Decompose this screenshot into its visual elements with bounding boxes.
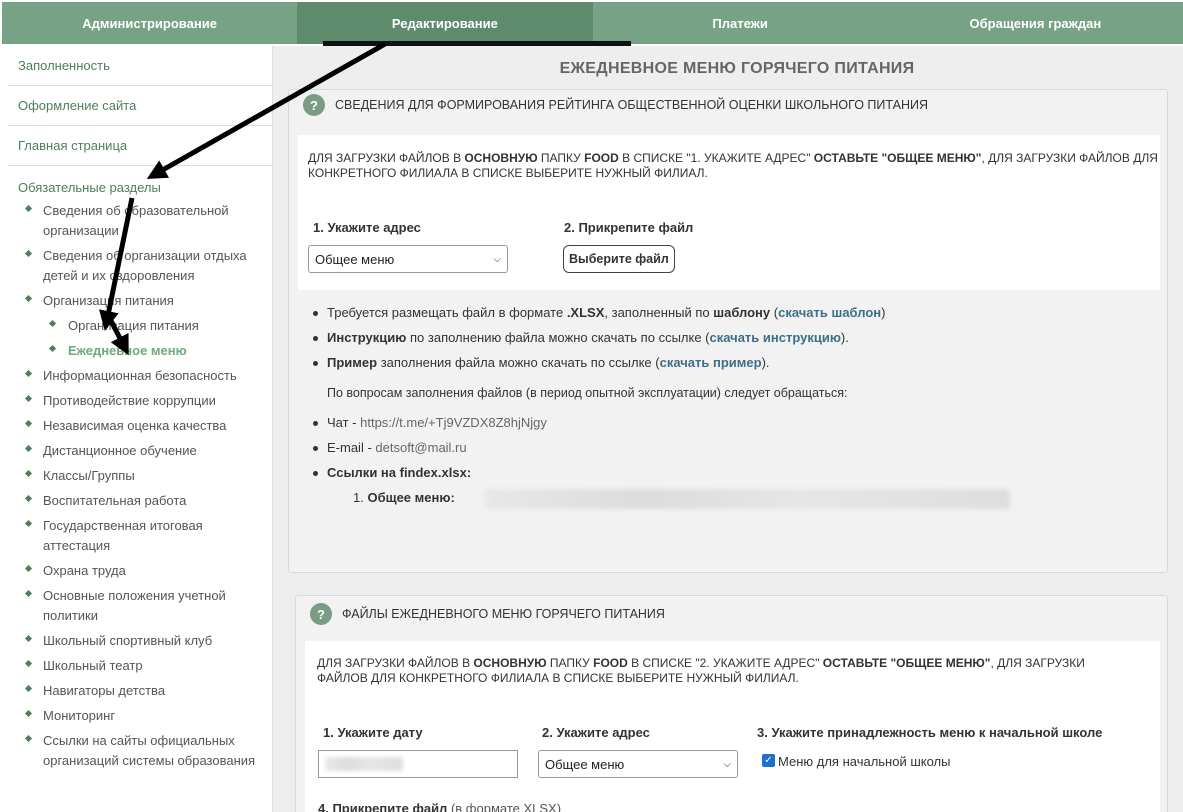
- sidebar: Заполненность Оформление сайта Главная с…: [8, 46, 273, 812]
- tab-citizen-requests[interactable]: Обращения граждан: [888, 2, 1183, 44]
- sidebar-item[interactable]: Независимая оценка качества: [8, 416, 272, 436]
- sidebar-item[interactable]: Основные положения учетной политики: [8, 586, 272, 626]
- help-icon[interactable]: ?: [303, 94, 325, 116]
- top-navigation: Администрирование Редактирование Платежи…: [2, 2, 1183, 44]
- upload-form-box: ДЛЯ ЗАГРУЗКИ ФАЙЛОВ В ОСНОВНУЮ ПАПКУ FOO…: [305, 641, 1160, 812]
- diamond-bullet-icon: [24, 444, 33, 453]
- sidebar-item[interactable]: Ссылки на сайты официальных организаций …: [8, 731, 272, 771]
- sidebar-list: Сведения об образовательной организации …: [8, 201, 272, 771]
- download-example-link[interactable]: скачать пример: [660, 355, 762, 370]
- upload-note: ДЛЯ ЗАГРУЗКИ ФАЙЛОВ В ОСНОВНУЮ ПАПКУ FOO…: [317, 656, 1085, 685]
- list-item: Инструкцию по заполнению файла можно ска…: [313, 329, 1133, 354]
- main-content: ЕЖЕДНЕВНОЕ МЕНЮ ГОРЯЧЕГО ПИТАНИЯ ? СВЕДЕ…: [273, 46, 1183, 812]
- diamond-bullet-icon: [24, 204, 33, 213]
- sidebar-item[interactable]: Школьный спортивный клуб: [8, 631, 272, 651]
- diamond-bullet-icon: [24, 494, 33, 503]
- diamond-bullet-icon: [24, 734, 33, 743]
- bullet-icon: [313, 311, 318, 316]
- tab-payments[interactable]: Платежи: [593, 2, 888, 44]
- school-label: 3. Укажите принадлежность меню к начальн…: [757, 725, 1103, 740]
- download-instruction-link[interactable]: скачать инструкцию: [710, 330, 841, 345]
- sidebar-item[interactable]: Школьный театр: [8, 656, 272, 676]
- chat-link[interactable]: https://t.me/+Tj9VZDX8Z8hjNjgy: [360, 415, 547, 430]
- help-icon[interactable]: ?: [310, 603, 332, 625]
- sidebar-link-site-design[interactable]: Оформление сайта: [8, 86, 272, 126]
- address-label: 2. Укажите адрес: [542, 725, 650, 740]
- primary-school-checkbox[interactable]: ✓: [762, 754, 775, 767]
- page-title: ЕЖЕДНЕВНОЕ МЕНЮ ГОРЯЧЕГО ПИТАНИЯ: [559, 60, 915, 77]
- sidebar-item[interactable]: Противодействие коррупции: [8, 391, 272, 411]
- upload-form-box: ДЛЯ ЗАГРУЗКИ ФАЙЛОВ В ОСНОВНУЮ ПАПКУ FOO…: [298, 135, 1160, 290]
- sidebar-link-occupancy[interactable]: Заполненность: [8, 46, 272, 86]
- checkbox-label: Меню для начальной школы: [778, 754, 951, 769]
- diamond-bullet-icon: [24, 249, 33, 258]
- sidebar-item[interactable]: Охрана труда: [8, 561, 272, 581]
- download-template-link[interactable]: скачать шаблон: [778, 305, 881, 320]
- sidebar-item[interactable]: Организация питания: [8, 291, 272, 311]
- email-link[interactable]: detsoft@mail.ru: [375, 440, 466, 455]
- sidebar-item[interactable]: Воспитательная работа: [8, 491, 272, 511]
- diamond-bullet-icon: [24, 709, 33, 718]
- diamond-bullet-icon: [24, 589, 33, 598]
- sidebar-item[interactable]: Дистанционное обучение: [8, 441, 272, 461]
- address-select[interactable]: Общее меню ⌵: [308, 245, 508, 273]
- sidebar-item[interactable]: Информационная безопасность: [8, 366, 272, 386]
- requirements-list: Требуется размещать файл в формате .XLSX…: [313, 304, 1133, 514]
- daily-menu-files-panel: ? ФАЙЛЫ ЕЖЕДНЕВНОГО МЕНЮ ГОРЯЧЕГО ПИТАНИ…: [295, 595, 1168, 812]
- tab-editing[interactable]: Редактирование: [297, 2, 593, 44]
- panel-header: ? ФАЙЛЫ ЕЖЕДНЕВНОГО МЕНЮ ГОРЯЧЕГО ПИТАНИ…: [296, 596, 1167, 629]
- file-label-row: 4. Прикрепите файл (в формате XLSX): [318, 801, 562, 812]
- bullet-icon: [313, 336, 318, 341]
- list-item: Ссылки на findex.xlsx:: [313, 464, 1133, 489]
- sidebar-subitem-daily-menu[interactable]: Ежедневное меню: [8, 341, 272, 361]
- list-item: Чат - https://t.me/+Tj9VZDX8Z8hjNjgy: [313, 414, 1133, 439]
- sidebar-item[interactable]: Классы/Группы: [8, 466, 272, 486]
- diamond-bullet-icon: [24, 564, 33, 573]
- list-item: E-mail - detsoft@mail.ru: [313, 439, 1133, 464]
- diamond-bullet-icon: [24, 369, 33, 378]
- diamond-bullet-icon: [48, 344, 57, 353]
- bullet-icon: [313, 421, 318, 426]
- sidebar-item[interactable]: Государственная итоговая аттестация: [8, 516, 272, 556]
- date-label: 1. Укажите дату: [323, 725, 423, 740]
- bullet-icon: [313, 361, 318, 366]
- panel-heading: СВЕДЕНИЯ ДЛЯ ФОРМИРОВАНИЯ РЕЙТИНГА ОБЩЕС…: [335, 98, 928, 112]
- questions-note: По вопросам заполнения файлов (в период …: [327, 386, 848, 400]
- redacted-date: [325, 757, 403, 771]
- sidebar-item[interactable]: Навигаторы детства: [8, 681, 272, 701]
- panel-header: ? СВЕДЕНИЯ ДЛЯ ФОРМИРОВАНИЯ РЕЙТИНГА ОБЩ…: [289, 90, 1167, 120]
- bullet-icon: [313, 471, 318, 476]
- list-item: Пример заполнения файла можно скачать по…: [313, 354, 1133, 379]
- file-label: 2. Прикрепите файл: [564, 220, 694, 235]
- diamond-bullet-icon: [24, 519, 33, 528]
- diamond-bullet-icon: [24, 659, 33, 668]
- panel-heading: ФАЙЛЫ ЕЖЕДНЕВНОГО МЕНЮ ГОРЯЧЕГО ПИТАНИЯ: [342, 607, 665, 621]
- sidebar-section-required[interactable]: Обязательные разделы: [8, 166, 272, 201]
- list-item: Требуется размещать файл в формате .XLSX…: [313, 304, 1133, 329]
- address-select[interactable]: Общее меню ⌵: [538, 750, 738, 778]
- chevron-down-icon: ⌵: [493, 253, 501, 265]
- sidebar-item[interactable]: Сведения об организации отдыха детей и и…: [8, 246, 272, 286]
- sidebar-item[interactable]: Мониторинг: [8, 706, 272, 726]
- upload-note: ДЛЯ ЗАГРУЗКИ ФАЙЛОВ В ОСНОВНУЮ ПАПКУ FOO…: [308, 151, 1158, 180]
- diamond-bullet-icon: [24, 469, 33, 478]
- chevron-down-icon: ⌵: [723, 758, 731, 770]
- sidebar-subitem[interactable]: Организация питания: [8, 316, 272, 336]
- redacted-link: [485, 489, 1010, 509]
- diamond-bullet-icon: [24, 684, 33, 693]
- bullet-icon: [313, 446, 318, 451]
- address-label: 1. Укажите адрес: [313, 220, 421, 235]
- sidebar-item[interactable]: Сведения об образовательной организации: [8, 201, 272, 241]
- diamond-bullet-icon: [24, 634, 33, 643]
- diamond-bullet-icon: [24, 394, 33, 403]
- choose-file-button[interactable]: Выберите файл: [563, 245, 675, 273]
- sidebar-link-home-page[interactable]: Главная страница: [8, 126, 272, 166]
- diamond-bullet-icon: [24, 294, 33, 303]
- diamond-bullet-icon: [24, 419, 33, 428]
- diamond-bullet-icon: [48, 319, 57, 328]
- tab-administration[interactable]: Администрирование: [2, 2, 297, 44]
